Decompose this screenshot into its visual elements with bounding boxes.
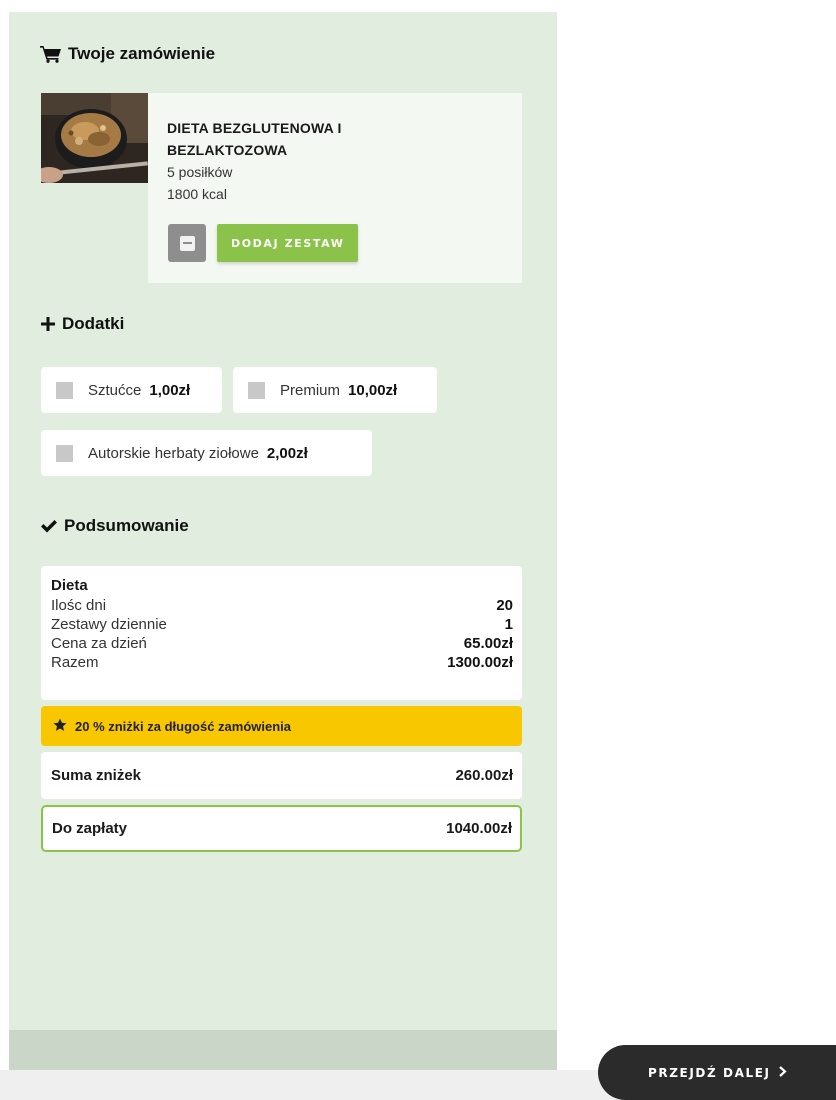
panel-bottom-strip bbox=[9, 1030, 557, 1070]
addon-cutlery[interactable]: Sztućce 1,00zł bbox=[41, 367, 222, 413]
summary-row-label: Razem bbox=[51, 654, 99, 671]
order-title: Twoje zamówienie bbox=[68, 44, 216, 63]
check-icon bbox=[40, 518, 58, 534]
discount-text: 20 % zniżki za długość zamówienia bbox=[75, 718, 292, 734]
addon-checkbox[interactable] bbox=[56, 444, 73, 462]
summary-heading: Dieta bbox=[51, 577, 88, 594]
remove-set-button[interactable] bbox=[168, 224, 206, 262]
discount-sum: Suma zniżek 260.00zł bbox=[41, 752, 522, 799]
summary-row: Cena za dzień 65.00zł bbox=[51, 634, 513, 653]
minus-icon bbox=[179, 235, 195, 251]
product-info: DIETA BEZGLUTENOWA I BEZLAKTOZOWA 5 posi… bbox=[148, 93, 522, 283]
discount-sum-label: Suma zniżek bbox=[51, 767, 142, 784]
discount-sum-value: 260.00zł bbox=[455, 767, 513, 784]
addon-price: 1,00zł bbox=[149, 381, 191, 399]
summary-row: Zestawy dziennie 1 bbox=[51, 615, 513, 634]
cart-icon bbox=[40, 45, 62, 63]
plus-icon bbox=[40, 316, 56, 332]
summary-row-value: 20 bbox=[496, 597, 513, 614]
addon-label: Premium bbox=[280, 381, 341, 399]
product-image bbox=[41, 93, 148, 183]
addon-premium[interactable]: Premium 10,00zł bbox=[233, 367, 437, 413]
summary-row-value: 1 bbox=[504, 616, 513, 633]
addon-checkbox[interactable] bbox=[56, 381, 73, 399]
to-pay-total: Do zapłaty 1040.00zł bbox=[41, 805, 522, 852]
to-pay-value: 1040.00zł bbox=[446, 820, 512, 837]
addons-title: Dodatki bbox=[62, 314, 125, 333]
chevron-right-icon bbox=[778, 1065, 787, 1080]
summary-row: Ilośc dni 20 bbox=[51, 596, 513, 615]
product-card: DIETA BEZGLUTENOWA I BEZLAKTOZOWA 5 posi… bbox=[41, 93, 522, 283]
next-step-label: PRZEJDŹ DALEJ bbox=[648, 1065, 771, 1080]
product-meals: 5 posiłków bbox=[167, 164, 233, 180]
addon-herbal-tea[interactable]: Autorskie herbaty ziołowe 2,00zł bbox=[41, 430, 372, 476]
summary-row-value: 65.00zł bbox=[463, 635, 513, 652]
summary-title: Podsumowanie bbox=[64, 516, 189, 535]
add-set-button[interactable]: DODAJ ZESTAW bbox=[217, 224, 359, 262]
summary-section-title: Podsumowanie bbox=[40, 516, 189, 536]
addon-price: 10,00zł bbox=[348, 381, 398, 399]
star-icon bbox=[53, 718, 67, 735]
addon-label: Autorskie herbaty ziołowe bbox=[88, 444, 259, 462]
addons-section-title: Dodatki bbox=[40, 314, 124, 334]
next-step-button[interactable]: PRZEJDŹ DALEJ bbox=[598, 1045, 836, 1100]
summary-row-label: Zestawy dziennie bbox=[51, 616, 167, 633]
summary-table: Dieta Ilośc dni 20 Zestawy dziennie 1 Ce… bbox=[41, 566, 522, 700]
summary-row-label: Ilośc dni bbox=[51, 597, 107, 614]
addon-price: 2,00zł bbox=[266, 444, 308, 462]
order-section-title: Twoje zamówienie bbox=[40, 44, 215, 64]
addon-label: Sztućce bbox=[88, 381, 142, 399]
summary-row-label: Cena za dzień bbox=[51, 635, 147, 652]
addon-checkbox[interactable] bbox=[248, 381, 265, 399]
product-kcal: 1800 kcal bbox=[167, 186, 227, 202]
product-name: DIETA BEZGLUTENOWA I BEZLAKTOZOWA bbox=[167, 120, 342, 158]
summary-row: Razem 1300.00zł bbox=[51, 653, 513, 672]
to-pay-label: Do zapłaty bbox=[52, 820, 128, 837]
discount-banner: 20 % zniżki za długość zamówienia bbox=[41, 706, 522, 746]
summary-row-value: 1300.00zł bbox=[447, 654, 513, 671]
product-actions: DODAJ ZESTAW bbox=[168, 224, 359, 262]
